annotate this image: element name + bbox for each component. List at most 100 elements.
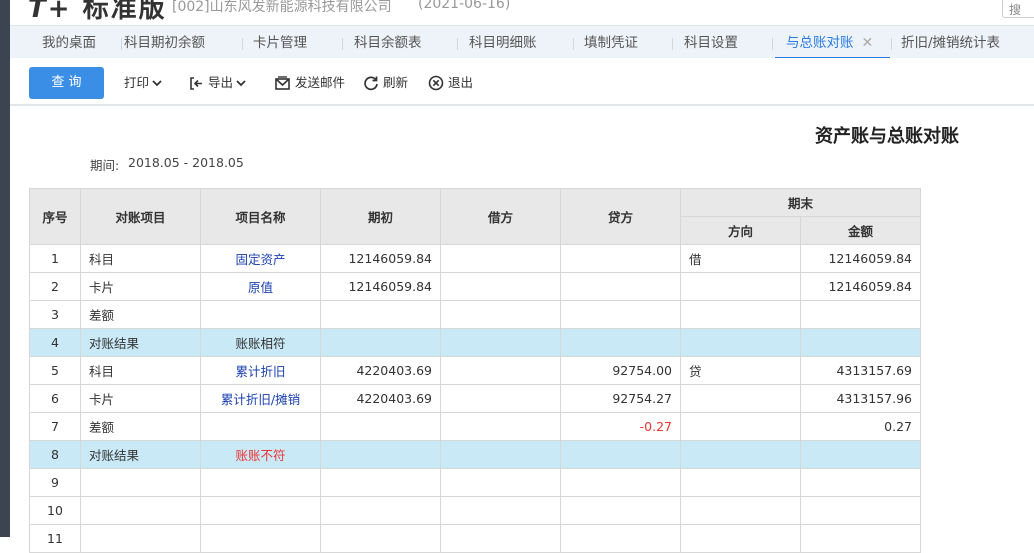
send-email-button[interactable]: 发送邮件 bbox=[274, 73, 345, 93]
cell-debit bbox=[440, 468, 561, 497]
export-icon bbox=[190, 76, 202, 90]
cell-amount: 4313157.69 bbox=[800, 356, 921, 385]
tab-my-desktop[interactable]: 我的桌面 bbox=[42, 26, 96, 59]
table-row: 3 差额 bbox=[29, 300, 921, 329]
cell-amount bbox=[800, 496, 921, 525]
print-button[interactable]: 打印 bbox=[124, 73, 166, 93]
tab-account-settings[interactable]: 科目设置 bbox=[684, 26, 738, 59]
cell-debit bbox=[440, 328, 561, 357]
header-seq: 序号 bbox=[29, 188, 81, 245]
tab-gl-reconciliation[interactable]: 与总账对账 ✕ bbox=[775, 26, 890, 59]
send-email-label: 发送邮件 bbox=[295, 75, 346, 90]
cell-opening bbox=[320, 412, 441, 441]
table-row: 11 bbox=[29, 524, 921, 553]
header-direction: 方向 bbox=[680, 216, 801, 245]
cell-item bbox=[80, 496, 201, 525]
tab-divider bbox=[573, 38, 574, 50]
cell-direction bbox=[680, 496, 801, 525]
exit-button[interactable]: 退出 bbox=[428, 73, 473, 93]
cell-opening: 4220403.69 bbox=[320, 356, 441, 385]
cell-direction bbox=[680, 524, 801, 553]
cell-amount bbox=[800, 468, 921, 497]
cell-debit bbox=[440, 244, 561, 273]
cell-opening bbox=[320, 440, 441, 469]
cell-debit bbox=[440, 272, 561, 301]
cell-debit bbox=[440, 412, 561, 441]
cell-seq: 6 bbox=[29, 384, 81, 413]
cell-direction bbox=[680, 440, 801, 469]
cell-opening bbox=[320, 468, 441, 497]
cell-item: 对账结果 bbox=[80, 440, 201, 469]
export-button[interactable]: 导出 bbox=[189, 73, 250, 93]
tab-voucher-entry[interactable]: 填制凭证 bbox=[584, 26, 638, 59]
header-item: 对账项目 bbox=[80, 188, 201, 245]
exit-label: 退出 bbox=[448, 75, 474, 90]
cell-credit bbox=[560, 524, 681, 553]
chevron-down-icon bbox=[152, 80, 162, 87]
cell-seq: 8 bbox=[29, 440, 81, 469]
cell-seq: 2 bbox=[29, 272, 81, 301]
tab-card-management[interactable]: 卡片管理 bbox=[253, 26, 307, 59]
company-name: [002]山东风发新能源科技有限公司 bbox=[172, 0, 392, 15]
print-label: 打印 bbox=[124, 75, 150, 90]
period-label: 期间: bbox=[90, 158, 120, 173]
cell-item: 对账结果 bbox=[80, 328, 201, 357]
period-value: 2018.05 - 2018.05 bbox=[128, 155, 244, 170]
cell-amount bbox=[800, 440, 921, 469]
tab-opening-balance[interactable]: 科目期初余额 bbox=[124, 26, 205, 59]
cell-amount: 12146059.84 bbox=[800, 272, 921, 301]
cell-name-link[interactable]: 累计折旧 bbox=[200, 356, 321, 385]
cell-seq: 11 bbox=[29, 524, 81, 553]
cell-debit bbox=[440, 440, 561, 469]
search-box[interactable]: 搜 bbox=[1002, 0, 1034, 18]
cell-seq: 3 bbox=[29, 300, 81, 329]
tab-account-detail[interactable]: 科目明细账 bbox=[469, 26, 537, 59]
table-row: 2 卡片 原值 12146059.84 12146059.84 bbox=[29, 272, 921, 301]
cell-amount: 0.27 bbox=[800, 412, 921, 441]
toolbar: 查 询 打印 导出 发送邮件 刷新 退出 bbox=[10, 58, 1034, 106]
cell-credit bbox=[560, 468, 681, 497]
cell-debit bbox=[440, 524, 561, 553]
close-icon[interactable]: ✕ bbox=[862, 35, 874, 51]
header-debit: 借方 bbox=[440, 188, 561, 245]
cell-debit bbox=[440, 300, 561, 329]
cell-debit bbox=[440, 496, 561, 525]
app-header: T+ 标准版 [002]山东风发新能源科技有限公司 (2021-06-16) 搜 bbox=[10, 0, 1034, 25]
cell-seq: 7 bbox=[29, 412, 81, 441]
mail-icon bbox=[275, 75, 290, 90]
header-name: 项目名称 bbox=[200, 188, 321, 245]
cell-opening bbox=[320, 300, 441, 329]
table-row: 7 差额 -0.27 0.27 bbox=[29, 412, 921, 441]
cell-direction bbox=[680, 300, 801, 329]
cell-opening bbox=[320, 496, 441, 525]
reconciliation-table: 序号 对账项目 项目名称 期初 借方 贷方 期末 方向 金额 1 科目 固定资产… bbox=[29, 188, 921, 553]
cell-seq: 5 bbox=[29, 356, 81, 385]
cell-amount: 4313157.96 bbox=[800, 384, 921, 413]
cell-direction bbox=[680, 328, 801, 357]
tab-account-balance[interactable]: 科目余额表 bbox=[354, 26, 422, 59]
cell-amount bbox=[800, 328, 921, 357]
cell-direction bbox=[680, 272, 801, 301]
cell-name-link[interactable]: 固定资产 bbox=[200, 244, 321, 273]
cell-credit-negative: -0.27 bbox=[560, 412, 681, 441]
cell-credit bbox=[560, 244, 681, 273]
cell-name-link[interactable]: 原值 bbox=[200, 272, 321, 301]
refresh-button[interactable]: 刷新 bbox=[363, 73, 408, 93]
tab-divider bbox=[121, 38, 122, 50]
table-row: 5 科目 累计折旧 4220403.69 92754.00 贷 4313157.… bbox=[29, 356, 921, 385]
cell-credit bbox=[560, 272, 681, 301]
query-button[interactable]: 查 询 bbox=[29, 67, 104, 99]
tab-depreciation-stats[interactable]: 折旧/摊销统计表 bbox=[901, 26, 1000, 59]
cell-amount bbox=[800, 300, 921, 329]
cell-direction bbox=[680, 384, 801, 413]
cell-item: 科目 bbox=[80, 356, 201, 385]
cell-direction: 借 bbox=[680, 244, 801, 273]
cell-direction bbox=[680, 412, 801, 441]
cell-item: 卡片 bbox=[80, 384, 201, 413]
cell-name bbox=[200, 468, 321, 497]
cell-item: 科目 bbox=[80, 244, 201, 273]
tab-divider bbox=[772, 38, 773, 50]
tab-divider bbox=[672, 38, 673, 50]
cell-name-link[interactable]: 累计折旧/摊销 bbox=[200, 384, 321, 413]
cell-debit bbox=[440, 356, 561, 385]
